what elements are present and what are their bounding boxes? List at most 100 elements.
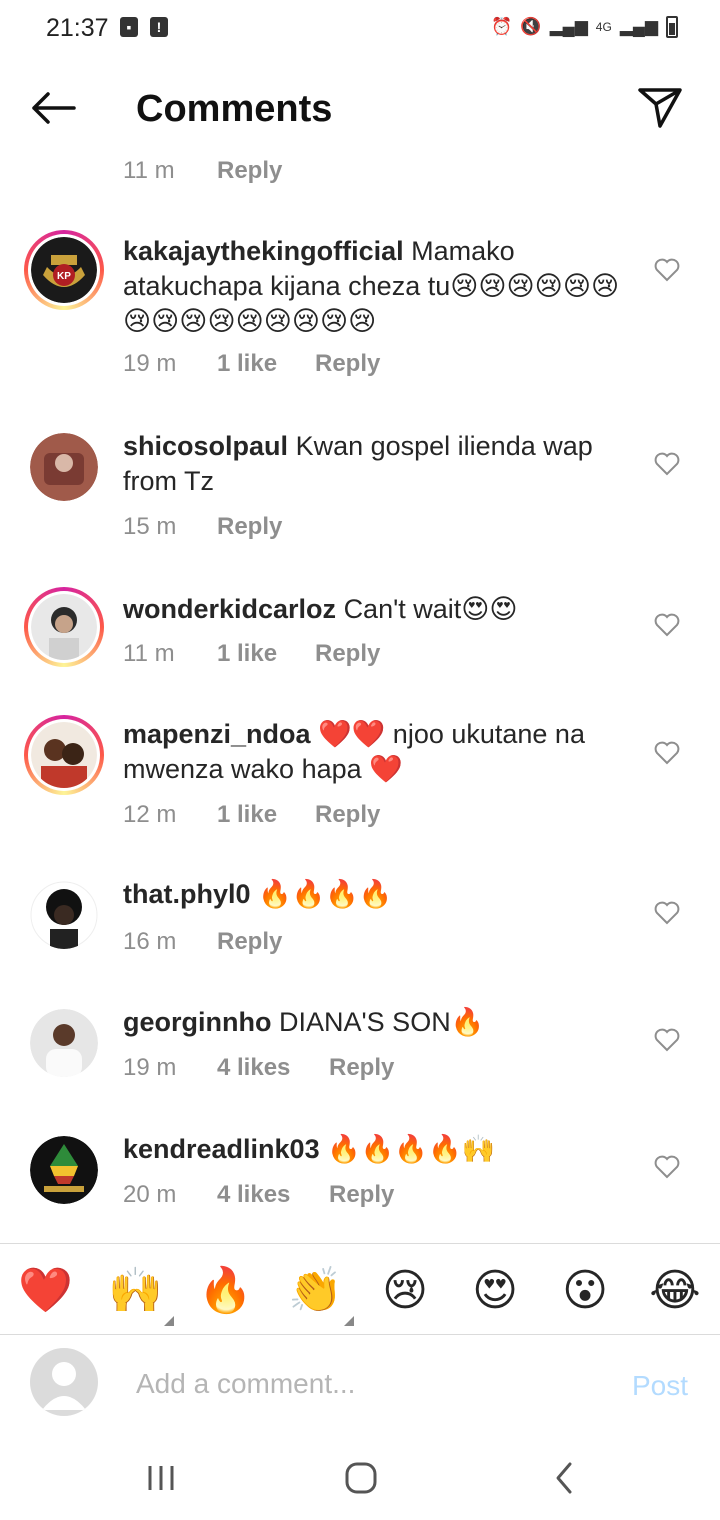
comment-time: 20 m [123,1181,177,1208]
avatar-image [30,433,98,501]
page-title: Comments [136,88,333,130]
avatar[interactable] [24,715,104,795]
avatar-image [31,594,97,660]
status-time: 21:37 [46,14,109,42]
recent-apps-button[interactable] [136,1458,186,1498]
reply-button[interactable]: Reply [329,1054,394,1082]
emoji-heart-button[interactable]: ❤️ [18,1264,73,1318]
comment-username[interactable]: mapenzi_ndoa [123,719,311,749]
system-back-button[interactable] [540,1458,590,1498]
back-button[interactable] [28,88,78,128]
reply-button[interactable]: Reply [329,1181,394,1209]
comment-composer: Post [0,1336,720,1436]
avatar[interactable] [30,1136,98,1204]
like-count[interactable]: 1 like [217,350,315,378]
comment-meta: 11 m Reply [123,157,282,185]
comment-time: 11 m [123,157,175,184]
mute-icon: 🔇 [520,17,542,36]
comment-meta: 16 m Reply [123,928,282,956]
comment-time: 11 m [123,640,175,667]
system-nav-bar [0,1440,720,1520]
emoji-reaction-bar: ❤️ 🙌 🔥 👏 😢 😍 😮 😂 [0,1243,720,1335]
emoji-clap-button[interactable]: 👏 [288,1264,354,1326]
back-arrow-icon [32,92,76,124]
comment-username[interactable]: shicosolpaul [123,431,288,461]
post-button[interactable]: Post [632,1370,688,1402]
like-heart-icon[interactable] [654,1155,680,1179]
variant-corner-icon [164,1316,174,1326]
comment-time: 15 m [123,513,177,540]
home-button[interactable] [336,1458,386,1498]
reply-button[interactable]: Reply [315,350,380,378]
comment-meta: 20 m 4 likes Reply [123,1181,394,1209]
emoji-fire-button[interactable]: 🔥 [198,1264,253,1318]
current-user-avatar[interactable] [30,1348,98,1416]
comment-username[interactable]: georginnho [123,1007,271,1037]
alert-notification-icon: ! [150,17,168,37]
comment-body: Can't wait😍😍 [343,594,518,624]
avatar-image [30,1009,98,1077]
comment-time: 19 m [123,350,177,377]
reply-button[interactable]: Reply [217,157,282,185]
comment-username[interactable]: kakajaythekingofficial [123,236,404,266]
like-heart-icon[interactable] [654,1028,680,1052]
avatar[interactable] [30,433,98,501]
comment-meta: 11 m 1 like Reply [123,640,380,668]
avatar[interactable] [24,587,104,667]
comment-time: 16 m [123,928,177,955]
like-count[interactable]: 1 like [217,640,315,668]
comment-username[interactable]: wonderkidcarloz [123,594,336,624]
reply-button[interactable]: Reply [315,640,380,668]
comment-input[interactable] [136,1364,596,1404]
emoji-surprised-button[interactable]: 😮 [558,1264,612,1318]
reply-button[interactable]: Reply [217,513,282,541]
comment-username[interactable]: that.phyl0 [123,879,251,909]
like-heart-icon[interactable] [654,613,680,637]
avatar[interactable] [30,881,98,949]
default-avatar-icon [42,1362,86,1410]
emoji-raised-hands-button[interactable]: 🙌 [108,1264,174,1326]
gallery-notification-icon: ▪ [120,17,138,37]
battery-icon [666,16,678,38]
like-count[interactable]: 4 likes [217,1181,329,1209]
comment-time: 19 m [123,1054,177,1081]
emoji-heart-eyes-button[interactable]: 😍 [468,1264,522,1318]
reply-button[interactable]: Reply [315,801,380,829]
status-bar: 21:37 ▪ ! ⏰ 🔇 ▂▄▆ 4G ▂▄▆ [0,0,720,56]
like-heart-icon[interactable] [654,741,680,765]
like-heart-icon[interactable] [654,901,680,925]
comment-meta: 19 m 4 likes Reply [123,1054,394,1082]
comment-time: 12 m [123,801,177,828]
like-count[interactable]: 4 likes [217,1054,329,1082]
reply-button[interactable]: Reply [217,928,282,956]
svg-text:KP: KP [57,271,71,282]
paper-plane-icon [638,88,682,128]
emoji-crying-button[interactable]: 😢 [378,1264,432,1318]
home-icon [345,1462,377,1494]
chevron-left-icon [556,1462,572,1494]
comment-meta: 19 m 1 like Reply [123,350,380,378]
share-button[interactable] [636,86,684,130]
variant-corner-icon [344,1316,354,1326]
header: Comments [0,70,720,150]
like-count[interactable]: 1 like [217,801,315,829]
comment-body: 🔥🔥🔥🔥🙌 [327,1134,496,1164]
signal-icon: ▂▄▆ [549,17,588,36]
avatar[interactable] [30,1009,98,1077]
avatar-image: KP [31,237,97,303]
comment-body: 🔥🔥🔥🔥 [258,879,393,909]
avatar[interactable]: KP [24,230,104,310]
comment-meta: 15 m Reply [123,513,282,541]
alarm-icon: ⏰ [491,17,513,36]
avatar-image [30,1136,98,1204]
comment-body: DIANA'S SON🔥 [279,1007,485,1037]
comment-username[interactable]: kendreadlink03 [123,1134,320,1164]
signal-icon-2: ▂▄▆ [619,17,658,36]
network-type-label: 4G [595,20,612,34]
like-heart-icon[interactable] [654,452,680,476]
emoji-laughing-button[interactable]: 😂 [648,1264,702,1318]
comment-meta: 12 m 1 like Reply [123,801,380,829]
like-heart-icon[interactable] [654,258,680,282]
recent-apps-icon [148,1466,174,1490]
avatar-image [31,722,97,788]
